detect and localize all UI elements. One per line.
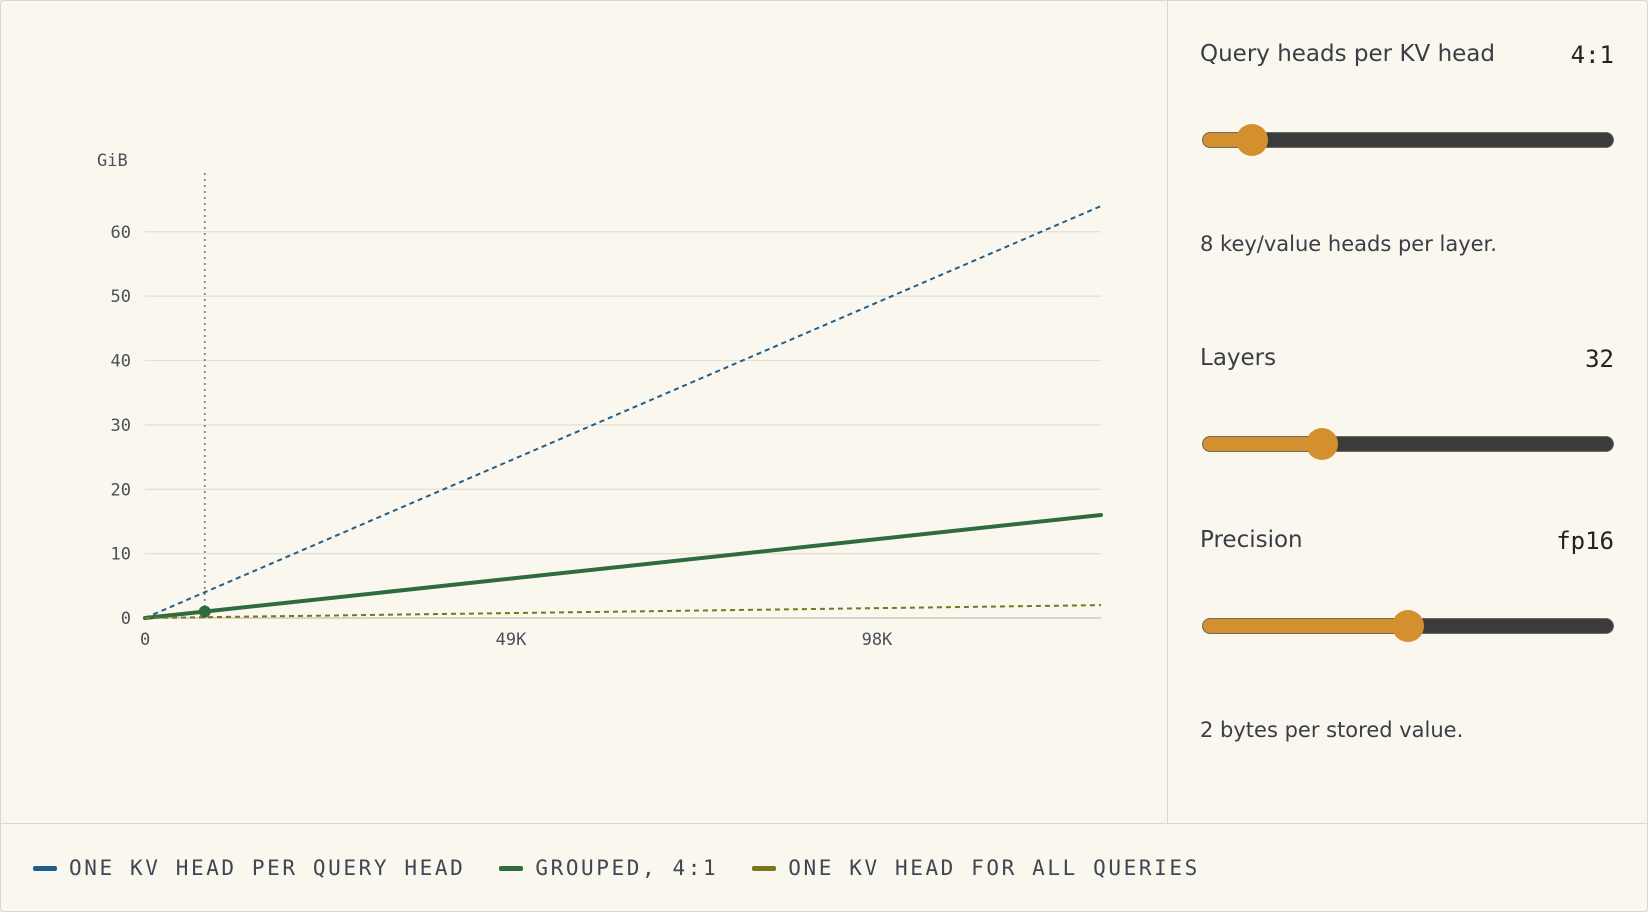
legend-swatch xyxy=(33,865,57,871)
precision-slider-fill xyxy=(1203,619,1408,633)
precision-slider[interactable] xyxy=(1202,610,1614,642)
x-tick-label: 98K xyxy=(862,630,893,650)
y-tick-label: 40 xyxy=(111,352,131,372)
y-tick-label: 20 xyxy=(111,480,131,500)
ratio-value: 4:1 xyxy=(1570,41,1614,69)
precision-label: Precision xyxy=(1200,527,1303,553)
legend-label: ONE KV HEAD PER QUERY HEAD xyxy=(69,856,466,880)
ratio-slider-thumb[interactable] xyxy=(1236,124,1269,156)
precision-note: 2 bytes per stored value. xyxy=(1200,718,1464,742)
ratio-slider[interactable] xyxy=(1202,124,1614,156)
layers-slider-fill xyxy=(1203,437,1322,451)
layers-value: 32 xyxy=(1585,345,1614,373)
context-marker-point xyxy=(198,605,211,618)
kv-cache-chart: 0 10 20 30 40 50 60 0 49K 98K GiB xyxy=(97,151,1103,650)
precision-value: fp16 xyxy=(1556,527,1614,555)
ratio-note: 8 key/value heads per layer. xyxy=(1200,232,1497,256)
precision-slider-thumb[interactable] xyxy=(1392,610,1424,642)
y-tick-label: 50 xyxy=(111,287,131,307)
y-tick-label: 0 xyxy=(121,609,131,629)
y-tick-label: 10 xyxy=(111,545,131,565)
y-axis-unit-label: GiB xyxy=(97,151,128,171)
series-line xyxy=(143,513,1103,620)
grid: 0 10 20 30 40 50 60 0 49K 98K xyxy=(111,173,1101,650)
chart-legend: ONE KV HEAD PER QUERY HEAD GROUPED, 4:1 … xyxy=(33,855,1234,881)
legend-item-one-kv-per-query: ONE KV HEAD PER QUERY HEAD xyxy=(33,856,465,880)
series-line xyxy=(144,604,1102,619)
layers-label: Layers xyxy=(1200,345,1277,371)
y-tick-label: 60 xyxy=(111,223,131,243)
ratio-label: Query heads per KV head xyxy=(1200,41,1495,67)
series-line xyxy=(144,205,1102,619)
layers-slider[interactable] xyxy=(1202,428,1614,460)
y-tick-label: 30 xyxy=(111,416,131,436)
chart-panel: 0 10 20 30 40 50 60 0 49K 98K GiB xyxy=(1,1,1167,823)
legend-swatch xyxy=(499,865,524,871)
legend-swatch xyxy=(752,865,777,871)
legend-label: ONE KV HEAD FOR ALL QUERIES xyxy=(788,856,1200,880)
layers-slider-thumb[interactable] xyxy=(1305,428,1338,460)
legend-item-one-kv-for-all: ONE KV HEAD FOR ALL QUERIES xyxy=(752,856,1200,880)
series xyxy=(143,205,1103,620)
x-tick-label: 49K xyxy=(496,630,527,650)
legend-divider xyxy=(1,823,1647,824)
legend-item-grouped: GROUPED, 4:1 xyxy=(499,856,718,880)
calculator-card: 0 10 20 30 40 50 60 0 49K 98K GiB Query heads per… xyxy=(0,0,1648,912)
x-tick-label: 0 xyxy=(140,630,150,650)
legend-label: GROUPED, 4:1 xyxy=(535,856,719,880)
controls-panel: Query heads per KV head 4:1 8 key/value … xyxy=(1168,1,1647,823)
